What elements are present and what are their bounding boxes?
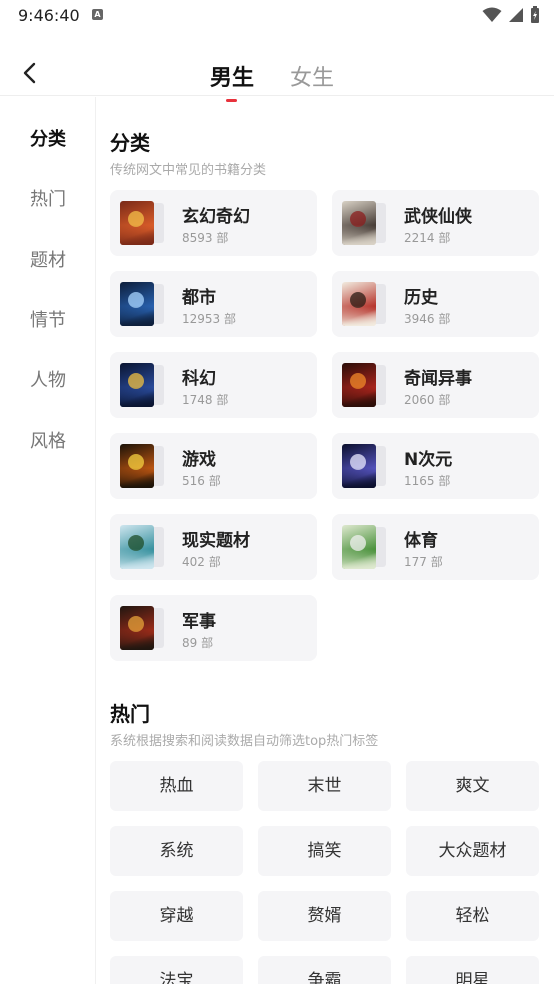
popular-section-title: 热门 <box>110 702 150 726</box>
category-card[interactable]: 玄幻奇幻 8593 部 <box>110 190 317 256</box>
notification-icon: A <box>92 9 103 20</box>
category-card[interactable]: N次元 1165 部 <box>332 433 539 499</box>
book-cover-image <box>342 525 386 569</box>
category-name: 武侠仙侠 <box>404 207 472 227</box>
book-cover-image <box>120 363 164 407</box>
category-card[interactable]: 军事 89 部 <box>110 595 317 661</box>
book-cover-image <box>120 444 164 488</box>
category-book-count: 2060 部 <box>404 393 451 407</box>
sidebar-item-theme[interactable]: 题材 <box>0 246 96 272</box>
category-card[interactable]: 武侠仙侠 2214 部 <box>332 190 539 256</box>
book-cover <box>120 444 154 488</box>
category-book-count: 2214 部 <box>404 231 451 245</box>
popular-tag[interactable]: 系统 <box>110 826 243 876</box>
category-name: 科幻 <box>182 369 216 389</box>
popular-tag[interactable]: 末世 <box>258 761 391 811</box>
book-cover-image <box>120 201 164 245</box>
category-name: 体育 <box>404 531 438 551</box>
popular-tag[interactable]: 争霸 <box>258 956 391 984</box>
category-name: 奇闻异事 <box>404 369 472 389</box>
category-section-title: 分类 <box>110 131 150 155</box>
category-book-count: 1165 部 <box>404 474 451 488</box>
sidebar-item-style[interactable]: 风格 <box>0 427 96 453</box>
book-cover-image <box>120 606 164 650</box>
popular-tag[interactable]: 赘婿 <box>258 891 391 941</box>
status-bar: 9:46:40 A <box>0 0 554 32</box>
wifi-icon <box>482 7 502 22</box>
book-cover <box>120 201 154 245</box>
book-cover <box>120 525 154 569</box>
top-header: 男生 女生 <box>0 48 554 102</box>
popular-tag[interactable]: 法宝 <box>110 956 243 984</box>
tab-male[interactable]: 男生 <box>210 60 254 102</box>
popular-tag[interactable]: 搞笑 <box>258 826 391 876</box>
category-card[interactable]: 体育 177 部 <box>332 514 539 580</box>
category-book-count: 12953 部 <box>182 312 236 326</box>
category-book-count: 3946 部 <box>404 312 451 326</box>
book-cover-image <box>342 363 386 407</box>
category-book-count: 8593 部 <box>182 231 229 245</box>
category-name: N次元 <box>404 450 453 470</box>
book-cover-image <box>120 282 164 326</box>
book-cover <box>120 282 154 326</box>
book-cover <box>342 525 376 569</box>
book-cover <box>342 282 376 326</box>
sidebar-item-plot[interactable]: 情节 <box>0 306 96 332</box>
main-content: 分类 传统网文中常见的书籍分类 玄幻奇幻 8593 部 武侠仙侠 2214 部都市 12… <box>110 97 540 984</box>
category-sidebar: 分类 热门 题材 情节 人物 风格 <box>0 97 96 984</box>
category-book-count: 89 部 <box>182 636 214 650</box>
popular-tag[interactable]: 爽文 <box>406 761 539 811</box>
book-cover <box>120 606 154 650</box>
category-book-count: 402 部 <box>182 555 221 569</box>
sidebar-item-popular[interactable]: 热门 <box>0 185 96 211</box>
category-card[interactable]: 都市 12953 部 <box>110 271 317 337</box>
status-time: 9:46:40 <box>18 6 80 25</box>
popular-tag[interactable]: 明星 <box>406 956 539 984</box>
sidebar-item-category[interactable]: 分类 <box>0 125 96 151</box>
book-cover <box>342 201 376 245</box>
category-name: 玄幻奇幻 <box>182 207 250 227</box>
category-name: 游戏 <box>182 450 216 470</box>
category-name: 历史 <box>404 288 438 308</box>
back-arrow-icon[interactable] <box>18 60 44 86</box>
category-name: 都市 <box>182 288 216 308</box>
battery-icon <box>531 6 539 23</box>
category-card[interactable]: 奇闻异事 2060 部 <box>332 352 539 418</box>
popular-tag[interactable]: 轻松 <box>406 891 539 941</box>
gender-tabs: 男生 女生 <box>210 60 334 102</box>
book-cover-image <box>342 282 386 326</box>
category-book-count: 516 部 <box>182 474 221 488</box>
signal-icon <box>509 8 523 22</box>
category-book-count: 1748 部 <box>182 393 229 407</box>
book-cover <box>342 444 376 488</box>
book-cover-image <box>342 444 386 488</box>
popular-tag[interactable]: 穿越 <box>110 891 243 941</box>
book-cover-image <box>120 525 164 569</box>
book-cover <box>120 363 154 407</box>
popular-tag[interactable]: 热血 <box>110 761 243 811</box>
category-name: 现实题材 <box>182 531 250 551</box>
popular-tag[interactable]: 大众题材 <box>406 826 539 876</box>
book-cover <box>342 363 376 407</box>
category-name: 军事 <box>182 612 216 632</box>
category-book-count: 177 部 <box>404 555 443 569</box>
category-card[interactable]: 现实题材 402 部 <box>110 514 317 580</box>
status-icons <box>482 6 540 24</box>
category-card[interactable]: 游戏 516 部 <box>110 433 317 499</box>
popular-section-subtitle: 系统根据搜索和阅读数据自动筛选top热门标签 <box>110 734 379 749</box>
category-section-subtitle: 传统网文中常见的书籍分类 <box>110 163 267 178</box>
tab-female[interactable]: 女生 <box>290 60 334 92</box>
sidebar-item-character[interactable]: 人物 <box>0 366 96 392</box>
category-card[interactable]: 历史 3946 部 <box>332 271 539 337</box>
category-card[interactable]: 科幻 1748 部 <box>110 352 317 418</box>
book-cover-image <box>342 201 386 245</box>
